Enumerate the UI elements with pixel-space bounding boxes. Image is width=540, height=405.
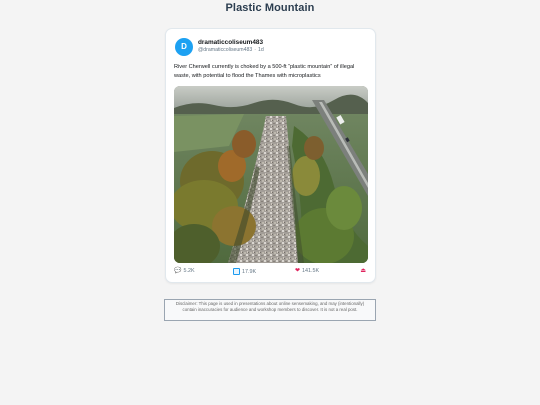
post-meta: @dramaticcoliseum483 · 1d [198,47,264,53]
post-image[interactable] [174,86,368,263]
timestamp[interactable]: 1d [258,47,264,53]
reply-button[interactable]: 💬 5.2K [174,268,195,274]
heart-icon: ❤ [295,268,301,274]
aerial-photo-illustration [174,86,368,263]
disclaimer-box: Disclaimer: This page is used in present… [164,299,376,321]
share-button[interactable]: ⏏ [360,268,368,274]
share-icon: ⏏ [360,268,366,274]
handle[interactable]: @dramaticcoliseum483 [198,47,252,53]
retweet-button[interactable]: 17.9K [233,268,256,275]
post-actions: 💬 5.2K 17.9K ❤ 141.5K ⏏ [174,268,368,278]
meta-separator: · [254,47,257,53]
avatar[interactable]: D [175,38,193,56]
retweet-icon [233,268,240,275]
retweet-count: 17.9K [242,268,257,275]
like-button[interactable]: ❤ 141.5K [295,268,319,274]
post-text: River Cherwell currently is choked by a … [174,64,355,79]
page-title: Plastic Mountain [225,2,315,14]
post-card: D dramaticcoliseum483 @dramaticcoliseum4… [165,28,376,283]
username[interactable]: dramaticcoliseum483 [198,39,263,46]
speech-bubble-icon: 💬 [174,268,182,274]
reply-count: 5.2K [183,268,195,274]
like-count: 141.5K [302,268,320,274]
